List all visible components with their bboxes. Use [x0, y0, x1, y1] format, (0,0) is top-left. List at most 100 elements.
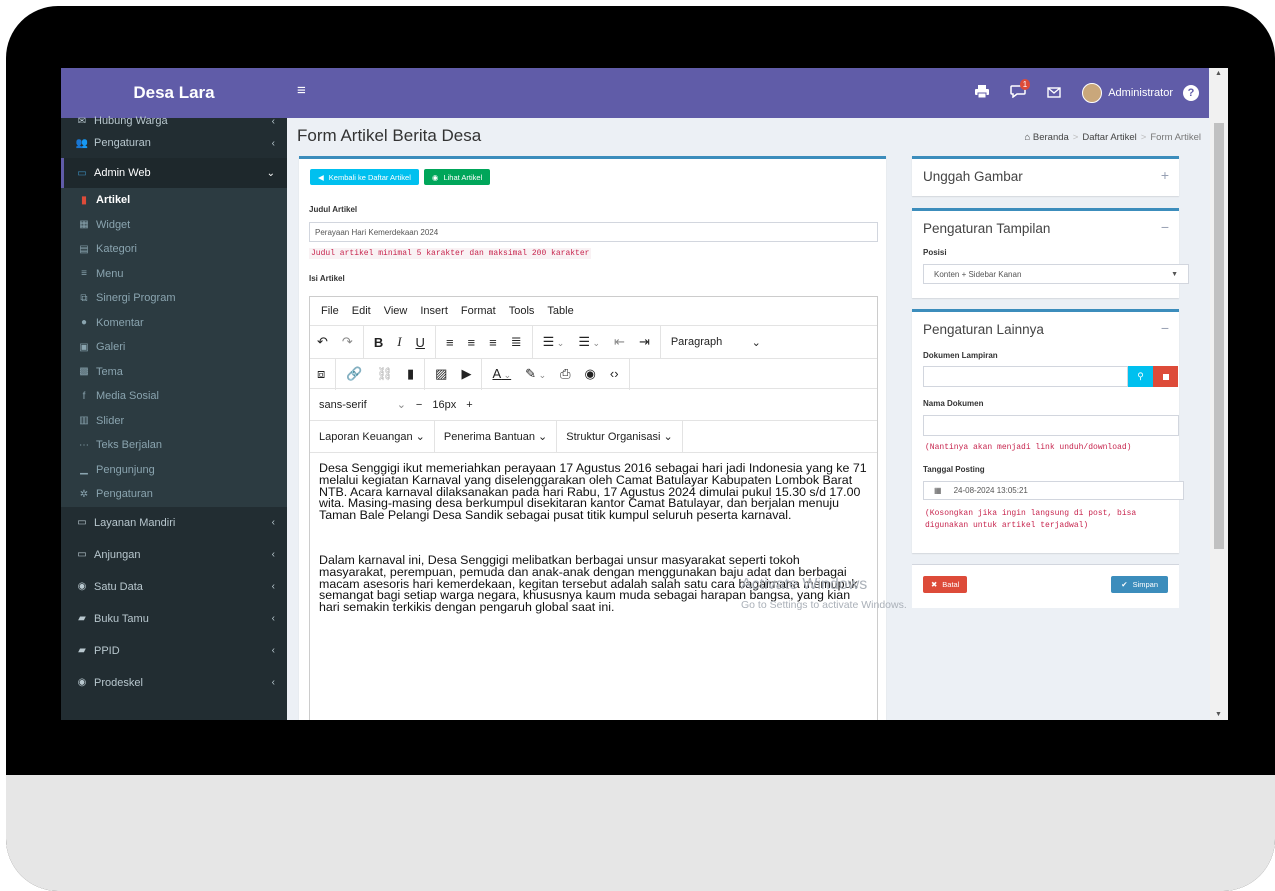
- menu-format[interactable]: Format: [461, 305, 496, 317]
- sidebar-item-prodeskel[interactable]: ◉ Prodeskel ‹: [61, 667, 287, 699]
- help-icon[interactable]: ?: [1183, 85, 1199, 101]
- sidebar-item-layanan-mandiri[interactable]: ▭ Layanan Mandiri ‹: [61, 507, 287, 539]
- back-to-list-button[interactable]: ◀ Kembali ke Daftar Artikel: [310, 169, 419, 185]
- stop-icon[interactable]: [1153, 366, 1178, 387]
- search-icon[interactable]: ⚲: [1128, 366, 1153, 387]
- title-input[interactable]: Perayaan Hari Kemerdekaan 2024: [309, 222, 878, 242]
- template-icon[interactable]: ⧈: [310, 366, 332, 382]
- sidebar-item-artikel[interactable]: ▮ Artikel: [61, 188, 287, 213]
- bullet-list-icon[interactable]: ☰ ⌄: [536, 334, 572, 350]
- undo-icon[interactable]: ↶: [310, 334, 335, 350]
- sidebar-item-pengunjung[interactable]: ▁ Pengunjung: [61, 458, 287, 483]
- sidebar-item-anjungan[interactable]: ▭ Anjungan ‹: [61, 539, 287, 571]
- scroll-down-icon[interactable]: ▼: [1215, 711, 1222, 718]
- unlink-icon[interactable]: ⛓: [369, 366, 400, 382]
- template-laporan-keuangan[interactable]: Laporan Keuangan ⌄: [310, 421, 435, 452]
- brand-logo[interactable]: Desa Lara: [61, 68, 287, 118]
- page-scrollbar[interactable]: ▲ ▼: [1210, 68, 1228, 720]
- print-icon[interactable]: ⎙: [553, 366, 577, 382]
- bold-icon[interactable]: B: [367, 335, 390, 350]
- menu-insert[interactable]: Insert: [420, 305, 448, 317]
- sidebar-item-admin-web[interactable]: ▭ Admin Web ⌄: [61, 158, 287, 188]
- menu-table[interactable]: Table: [547, 305, 573, 317]
- sidebar-item-slider[interactable]: ▥ Slider: [61, 409, 287, 434]
- activate-windows-subtitle: Go to Settings to activate Windows.: [741, 599, 907, 611]
- file-icon: ▮: [81, 194, 87, 206]
- sidebar-item-hubung-warga[interactable]: ✉ Hubung Warga ‹: [61, 114, 287, 128]
- link-icon[interactable]: 🔗: [339, 366, 369, 382]
- print-icon[interactable]: [964, 84, 1000, 102]
- indent-icon[interactable]: ⇥: [632, 334, 657, 350]
- menu-edit[interactable]: Edit: [352, 305, 371, 317]
- underline-icon[interactable]: U: [409, 335, 432, 350]
- menu-tools[interactable]: Tools: [509, 305, 535, 317]
- bookmark-icon[interactable]: ▮: [400, 366, 421, 382]
- template-struktur-organisasi[interactable]: Struktur Organisasi ⌄: [557, 421, 683, 452]
- scroll-thumb[interactable]: [1214, 123, 1224, 549]
- font-family-select[interactable]: sans-serif ⌄: [319, 398, 406, 411]
- save-button[interactable]: ✔ Simpan: [1111, 576, 1168, 593]
- sidebar-item-menu[interactable]: ≡ Menu: [61, 262, 287, 287]
- sidebar-item-label: Admin Web: [94, 167, 151, 179]
- italic-icon[interactable]: I: [390, 334, 408, 350]
- sidebar-item-kategori[interactable]: ▤ Kategori: [61, 237, 287, 262]
- image-icon[interactable]: ▨: [428, 366, 454, 382]
- font-size-increase-icon[interactable]: +: [466, 399, 472, 411]
- sidebar-item-ppid[interactable]: ▰ PPID ‹: [61, 635, 287, 667]
- sidebar-toggle-icon[interactable]: ≡: [297, 82, 306, 99]
- menu-file[interactable]: File: [321, 305, 339, 317]
- home-icon: ⌂: [1024, 132, 1033, 143]
- editor-menubar: File Edit View Insert Format Tools Table: [310, 297, 877, 325]
- text-color-icon[interactable]: A ⌄: [485, 366, 518, 381]
- view-article-button[interactable]: ◉ Lihat Artikel: [423, 169, 491, 185]
- align-center-icon[interactable]: ≡: [461, 335, 483, 350]
- outdent-icon[interactable]: ⇤: [607, 334, 632, 350]
- numbered-list-icon[interactable]: ☰ ⌄: [571, 334, 607, 350]
- redo-icon[interactable]: ↷: [335, 334, 360, 350]
- sidebar-item-sinergi-program[interactable]: ⧉ Sinergi Program: [61, 286, 287, 311]
- user-menu[interactable]: Administrator: [1072, 83, 1183, 103]
- editor-content[interactable]: Desa Senggigi ikut memeriahkan perayaan …: [310, 453, 877, 657]
- font-size-value[interactable]: 16px: [432, 399, 456, 411]
- align-right-icon[interactable]: ≡: [482, 335, 504, 350]
- sidebar-item-tema[interactable]: ▩ Tema: [61, 360, 287, 385]
- menu-view[interactable]: View: [384, 305, 408, 317]
- doc-name-input[interactable]: [923, 415, 1179, 436]
- sidebar-item-pengaturan[interactable]: 👥 Pengaturan ‹: [61, 128, 287, 158]
- highlight-icon[interactable]: ✎ ⌄: [518, 366, 553, 382]
- monitor-icon: ▭: [77, 167, 87, 179]
- sidebar-item-buku-tamu[interactable]: ▰ Buku Tamu ‹: [61, 603, 287, 635]
- align-left-icon[interactable]: ≡: [439, 335, 461, 350]
- template-label: Laporan Keuangan: [319, 430, 413, 443]
- button-label: Kembali ke Daftar Artikel: [328, 172, 411, 182]
- align-justify-icon[interactable]: ≣: [504, 334, 529, 350]
- comments-notification-icon[interactable]: 1: [1000, 78, 1036, 102]
- sidebar-item-media-sosial[interactable]: f Media Sosial: [61, 384, 287, 409]
- scroll-up-icon[interactable]: ▲: [1215, 70, 1222, 77]
- chevron-left-icon: ‹: [271, 115, 275, 127]
- envelope-icon[interactable]: [1036, 85, 1072, 102]
- sidebar-item-galeri[interactable]: ▣ Galeri: [61, 335, 287, 360]
- font-size-decrease-icon[interactable]: −: [416, 399, 422, 411]
- position-select[interactable]: Konten + Sidebar Kanan ▼: [923, 264, 1189, 284]
- sidebar-item-label: Galeri: [96, 341, 126, 354]
- code-icon[interactable]: ‹›: [603, 366, 626, 381]
- template-penerima-bantuan[interactable]: Penerima Bantuan ⌄: [435, 421, 558, 452]
- collapse-icon[interactable]: −: [1161, 320, 1169, 336]
- date-input[interactable]: ▦ 24-08-2024 13:05:21: [923, 481, 1184, 500]
- sidebar-item-widget[interactable]: ▦ Widget: [61, 213, 287, 238]
- preview-icon[interactable]: ◉: [578, 366, 603, 382]
- cancel-button[interactable]: ✖ Batal: [923, 576, 968, 593]
- sidebar-item-satu-data[interactable]: ◉ Satu Data ‹: [61, 571, 287, 603]
- sidebar-item-komentar[interactable]: ● Komentar: [61, 311, 287, 336]
- breadcrumb-daftar-artikel[interactable]: Daftar Artikel: [1082, 132, 1136, 143]
- article-form-box: ◀ Kembali ke Daftar Artikel ◉ Lihat Artike…: [299, 156, 886, 720]
- block-format-select[interactable]: Paragraph ⌄: [664, 336, 768, 349]
- breadcrumb-beranda[interactable]: Beranda: [1033, 132, 1069, 143]
- media-icon[interactable]: ▶: [454, 366, 478, 382]
- sidebar-item-pengaturan-web[interactable]: ✲ Pengaturan: [61, 482, 287, 507]
- collapse-icon[interactable]: −: [1161, 219, 1169, 235]
- sidebar-item-teks-berjalan[interactable]: ⋯ Teks Berjalan: [61, 433, 287, 458]
- doc-file-input[interactable]: [923, 366, 1128, 387]
- expand-icon[interactable]: +: [1161, 167, 1169, 183]
